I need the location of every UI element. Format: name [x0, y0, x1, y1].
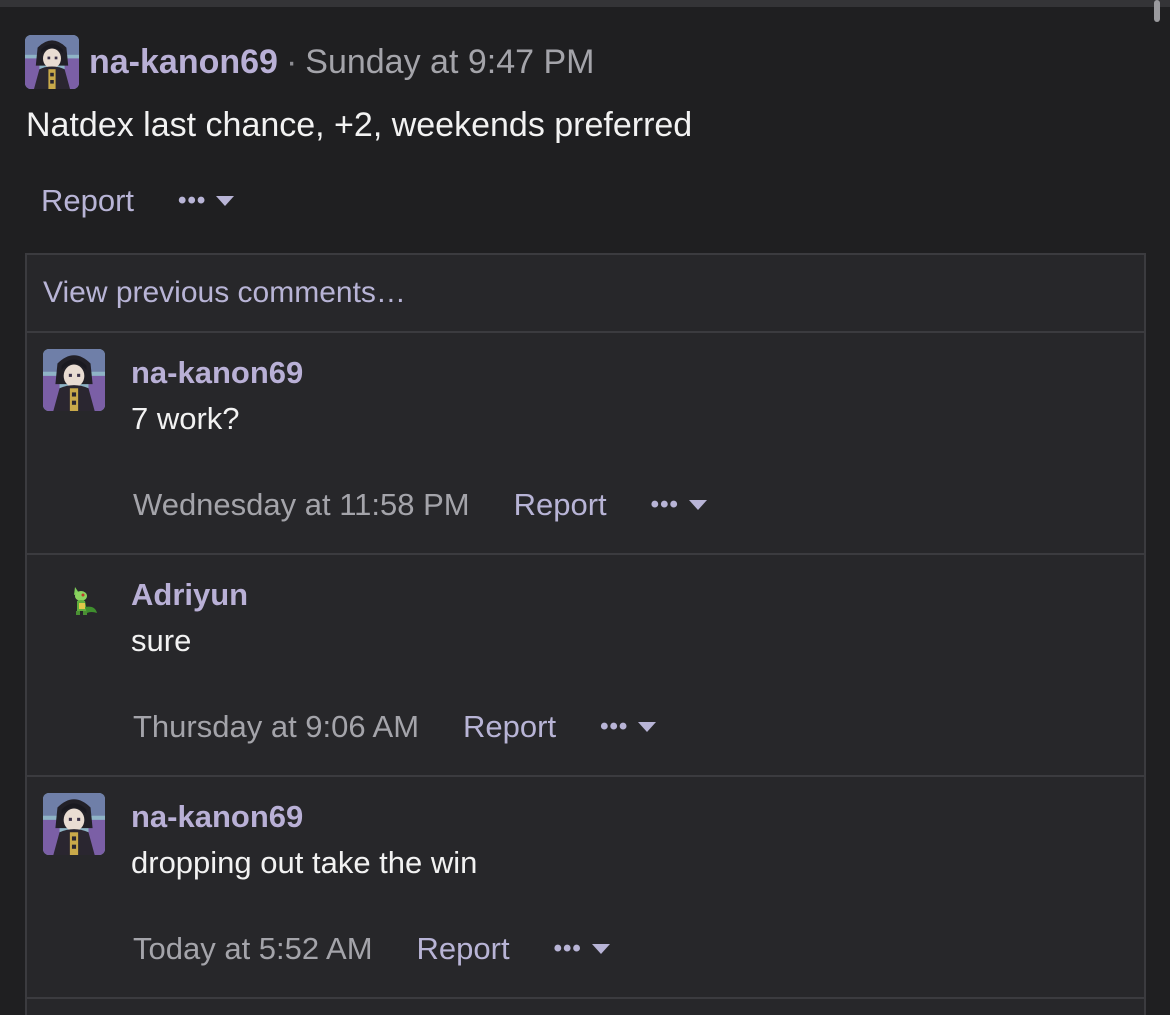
comment-text: dropping out take the win	[131, 845, 478, 880]
avatar[interactable]	[65, 583, 101, 619]
more-options-button[interactable]: •••	[600, 713, 657, 741]
ellipsis-icon: •••	[600, 713, 629, 740]
comment-username[interactable]: Adriyun	[131, 577, 248, 613]
caret-down-icon	[638, 722, 657, 732]
comments-section: View previous comments… na-kanon69 7 wor…	[25, 253, 1146, 1015]
avatar[interactable]	[43, 349, 105, 411]
post-header: na-kanon69 · Sunday at 9:47 PM	[25, 34, 1145, 90]
caret-down-icon	[688, 500, 707, 510]
post-body: Natdex last chance, +2, weekends preferr…	[26, 106, 693, 144]
comment-timestamp[interactable]: Wednesday at 11:58 PM	[133, 487, 470, 523]
comment-timestamp[interactable]: Today at 5:52 AM	[133, 931, 373, 967]
ellipsis-icon: •••	[650, 491, 679, 518]
more-options-button[interactable]: •••	[651, 491, 707, 519]
report-button[interactable]: Report	[463, 709, 556, 745]
comment: na-kanon69 7 work? Wednesday at 11:58 PM…	[27, 333, 1144, 555]
report-button[interactable]: Report	[417, 931, 510, 967]
separator: ·	[285, 42, 298, 81]
comment-footer: Wednesday at 11:58 PM Report •••	[133, 487, 707, 523]
pokemon-sprite-icon	[74, 587, 97, 615]
post-timestamp[interactable]: Sunday at 9:47 PM	[305, 43, 594, 82]
more-options-button[interactable]: •••	[554, 935, 610, 963]
view-previous-comments-link[interactable]: View previous comments…	[27, 255, 1144, 333]
comment-text: sure	[131, 623, 192, 658]
scrollbar-thumb[interactable]	[1154, 0, 1160, 22]
report-button[interactable]: Report	[514, 487, 607, 523]
comment-username[interactable]: na-kanon69	[131, 355, 303, 391]
comment-footer: Today at 5:52 AM Report •••	[133, 931, 610, 967]
ellipsis-icon: •••	[178, 187, 207, 214]
comment-timestamp[interactable]: Thursday at 9:06 AM	[133, 709, 419, 745]
top-bar	[0, 0, 1170, 7]
post-actions: Report •••	[41, 183, 1145, 219]
comment-footer: Thursday at 9:06 AM Report •••	[133, 709, 657, 745]
post-username[interactable]: na-kanon69	[89, 43, 278, 82]
comment-username[interactable]: na-kanon69	[131, 799, 303, 835]
avatar[interactable]	[43, 793, 105, 855]
avatar[interactable]	[25, 35, 79, 89]
comment: na-kanon69 dropping out take the win Tod…	[27, 777, 1144, 999]
ellipsis-icon: •••	[553, 935, 582, 962]
caret-down-icon	[591, 944, 610, 954]
report-button[interactable]: Report	[41, 183, 134, 219]
comment: Adriyun sure Thursday at 9:06 AM Report …	[27, 555, 1144, 777]
caret-down-icon	[216, 196, 235, 206]
post: na-kanon69 · Sunday at 9:47 PM Natdex la…	[25, 34, 1145, 219]
comment-text: 7 work?	[131, 401, 240, 436]
more-options-button[interactable]: •••	[178, 187, 235, 215]
